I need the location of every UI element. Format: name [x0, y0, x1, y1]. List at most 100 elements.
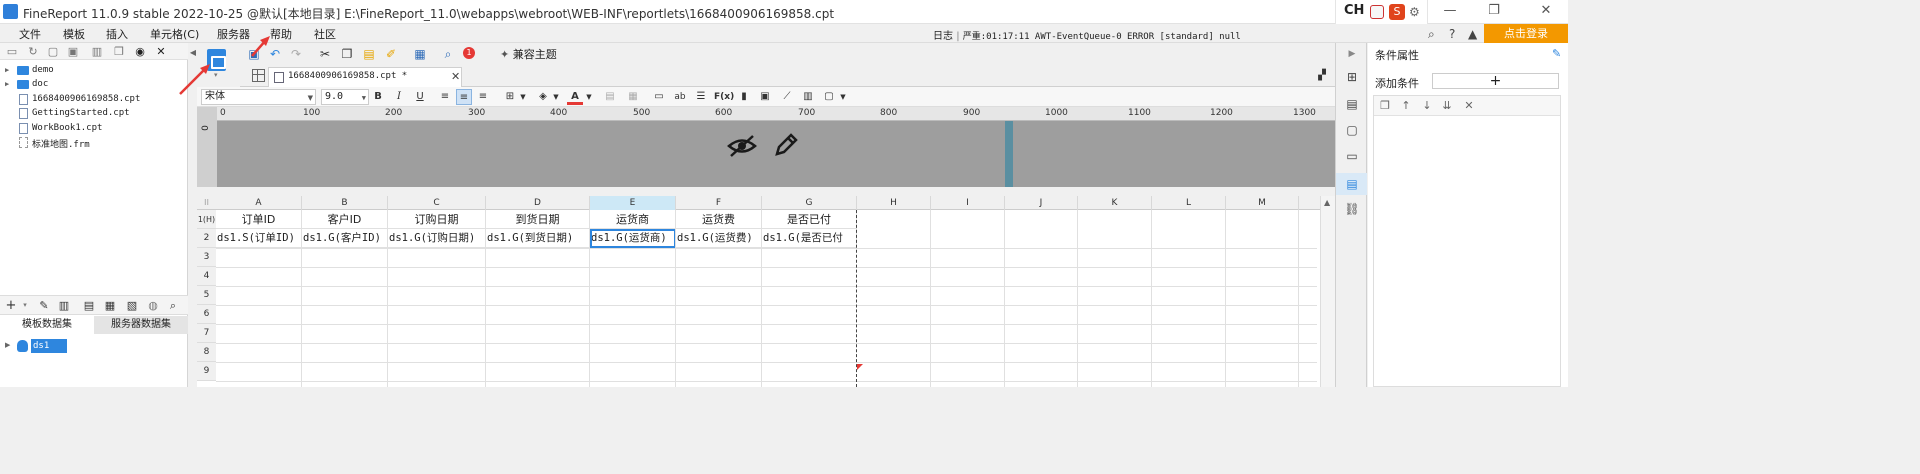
- hyperlink-icon[interactable]: ⛓: [1344, 201, 1360, 217]
- file-tab[interactable]: 1668400906169858.cpt * ✕: [268, 67, 462, 87]
- chart-icon[interactable]: ▮: [736, 89, 752, 105]
- ime-tool-icon[interactable]: [1370, 5, 1384, 19]
- subreport-icon[interactable]: ▥: [800, 89, 816, 105]
- image-icon[interactable]: ▣: [757, 89, 773, 105]
- chevron-down-icon[interactable]: ▼: [548, 89, 564, 105]
- cell-attr-icon[interactable]: ⊞: [1344, 69, 1360, 85]
- tab-template-dataset[interactable]: 模板数据集: [0, 316, 94, 334]
- align-left-icon[interactable]: ≡: [437, 89, 453, 105]
- ime-settings-icon[interactable]: ⚙: [1409, 5, 1420, 19]
- column-header-h[interactable]: H: [857, 196, 931, 210]
- column-header-c[interactable]: C: [388, 196, 486, 210]
- search-dataset-icon[interactable]: ⌕: [166, 299, 180, 312]
- search-icon[interactable]: ⌕: [1428, 27, 1435, 42]
- cell-e1[interactable]: 运货商: [590, 210, 676, 229]
- dropdown-icon[interactable]: ▾: [18, 299, 32, 312]
- expand-arrow-icon[interactable]: ▶: [5, 80, 9, 88]
- cell-d1[interactable]: 到货日期: [486, 210, 590, 229]
- cell-c2[interactable]: ds1.G(订购日期): [388, 229, 486, 248]
- bell-icon[interactable]: ▲: [1468, 27, 1477, 41]
- column-header-f[interactable]: F: [676, 196, 762, 210]
- format-painter-icon[interactable]: ✐: [383, 46, 399, 62]
- column-header-b[interactable]: B: [302, 196, 388, 210]
- ime-language[interactable]: CH: [1344, 3, 1364, 18]
- cell-g1[interactable]: 是否已付: [762, 210, 857, 229]
- row-header-1[interactable]: 1(H): [197, 210, 216, 229]
- slash-icon[interactable]: ⟋: [779, 89, 795, 105]
- lock-icon[interactable]: ▣: [66, 45, 80, 58]
- cell-g2[interactable]: ds1.G(是否已付: [762, 229, 857, 248]
- edit-icon[interactable]: ✎: [37, 299, 51, 312]
- column-header-l[interactable]: L: [1152, 196, 1226, 210]
- row-header-2[interactable]: 2: [197, 229, 216, 248]
- row-header-9[interactable]: 9: [197, 362, 216, 381]
- tree-item-file[interactable]: 标准地图.frm: [0, 136, 188, 150]
- tree-item-demo[interactable]: ▶ demo: [0, 64, 188, 78]
- locate-icon[interactable]: ◉: [133, 45, 147, 58]
- text-icon[interactable]: ab: [672, 89, 688, 105]
- trash-icon[interactable]: ▥: [57, 299, 71, 312]
- italic-icon[interactable]: I: [391, 89, 407, 105]
- open-icon[interactable]: ▢: [46, 45, 60, 58]
- refresh-icon[interactable]: ↻: [26, 45, 40, 58]
- cell-b2[interactable]: ds1.G(客户ID): [302, 229, 388, 248]
- column-header-k[interactable]: K: [1078, 196, 1152, 210]
- cell-f2[interactable]: ds1.G(运货费): [676, 229, 762, 248]
- unmerge-icon[interactable]: ▦: [625, 89, 641, 105]
- chevron-down-icon[interactable]: ▼: [835, 89, 851, 105]
- spreadsheet[interactable]: ⁝⁝ A B C D E F G H I J K L M 1(H) 订单ID 客…: [197, 196, 1335, 387]
- help-icon[interactable]: ?: [1449, 27, 1455, 41]
- bold-icon[interactable]: B: [370, 89, 386, 105]
- align-right-icon[interactable]: ≡: [475, 89, 491, 105]
- row-header-5[interactable]: 5: [197, 286, 216, 305]
- remove-condition-icon[interactable]: ✕: [1462, 99, 1476, 113]
- eye-slash-icon[interactable]: [727, 133, 757, 159]
- expand-arrow-icon[interactable]: ▶: [5, 341, 10, 349]
- condition-list[interactable]: ❐ ↑ ↓ ⇊ ✕: [1373, 95, 1561, 387]
- close-tab-icon[interactable]: ✕: [451, 70, 460, 83]
- cell-a2[interactable]: ds1.S(订单ID): [216, 229, 302, 248]
- scroll-up-icon[interactable]: ▲: [1324, 198, 1330, 207]
- add-condition-button[interactable]: +: [1432, 73, 1559, 89]
- copy-icon[interactable]: ❐: [112, 45, 126, 58]
- cell-b1[interactable]: 客户ID: [302, 210, 388, 229]
- sogou-icon[interactable]: S: [1389, 4, 1405, 20]
- tree-item-file[interactable]: 1668400906169858.cpt: [0, 93, 188, 107]
- add-dataset-icon[interactable]: +: [4, 299, 18, 312]
- tree-item-doc[interactable]: ▶ doc: [0, 78, 188, 92]
- merge-icon[interactable]: ▤: [602, 89, 618, 105]
- condition-attr-icon[interactable]: ▤: [1344, 176, 1360, 192]
- cell-element-icon[interactable]: ▤: [1344, 96, 1360, 112]
- cut-icon[interactable]: ✂: [317, 46, 333, 62]
- tab-server-dataset[interactable]: 服务器数据集: [94, 316, 188, 334]
- db-icon[interactable]: ◍: [146, 299, 160, 312]
- dataset-item[interactable]: ▶ ds1: [0, 339, 188, 353]
- preview-search-icon[interactable]: ⌕: [440, 46, 456, 62]
- collapse-all-icon[interactable]: ✕: [154, 45, 168, 58]
- row-header-3[interactable]: 3: [197, 248, 216, 267]
- notification-badge[interactable]: 1: [463, 47, 475, 59]
- menu-community[interactable]: 社区: [314, 26, 336, 42]
- column-header-a[interactable]: A: [216, 196, 302, 210]
- db-link-icon[interactable]: ▧: [125, 299, 139, 312]
- restore-button[interactable]: ❐: [1482, 3, 1506, 21]
- preview-icon[interactable]: ▤: [82, 299, 96, 312]
- column-header-i[interactable]: I: [931, 196, 1005, 210]
- collapse-right-icon[interactable]: ▶: [1344, 46, 1360, 62]
- tree-item-file[interactable]: WorkBook1.cpt: [0, 122, 188, 136]
- pencil-icon[interactable]: [772, 131, 800, 159]
- font-size-select[interactable]: 9.0 ▼: [321, 89, 369, 105]
- cell-d2[interactable]: ds1.G(到货日期): [486, 229, 590, 248]
- row-header-8[interactable]: 8: [197, 343, 216, 362]
- widget-panel-icon[interactable]: ▭: [1344, 148, 1360, 164]
- cell-c1[interactable]: 订购日期: [388, 210, 486, 229]
- formula-icon[interactable]: F(x): [714, 89, 734, 105]
- chevron-down-icon[interactable]: ▼: [581, 89, 597, 105]
- move-down-icon[interactable]: ↓: [1420, 99, 1434, 113]
- ime-toolbar[interactable]: CH S ⚙: [1335, 0, 1428, 24]
- column-header-m[interactable]: M: [1226, 196, 1299, 210]
- compat-theme-button[interactable]: ✦ 兼容主题: [500, 46, 557, 62]
- cell-a1[interactable]: 订单ID: [216, 210, 302, 229]
- vertical-scrollbar[interactable]: ▲: [1320, 196, 1335, 387]
- menu-file[interactable]: 文件: [19, 26, 41, 42]
